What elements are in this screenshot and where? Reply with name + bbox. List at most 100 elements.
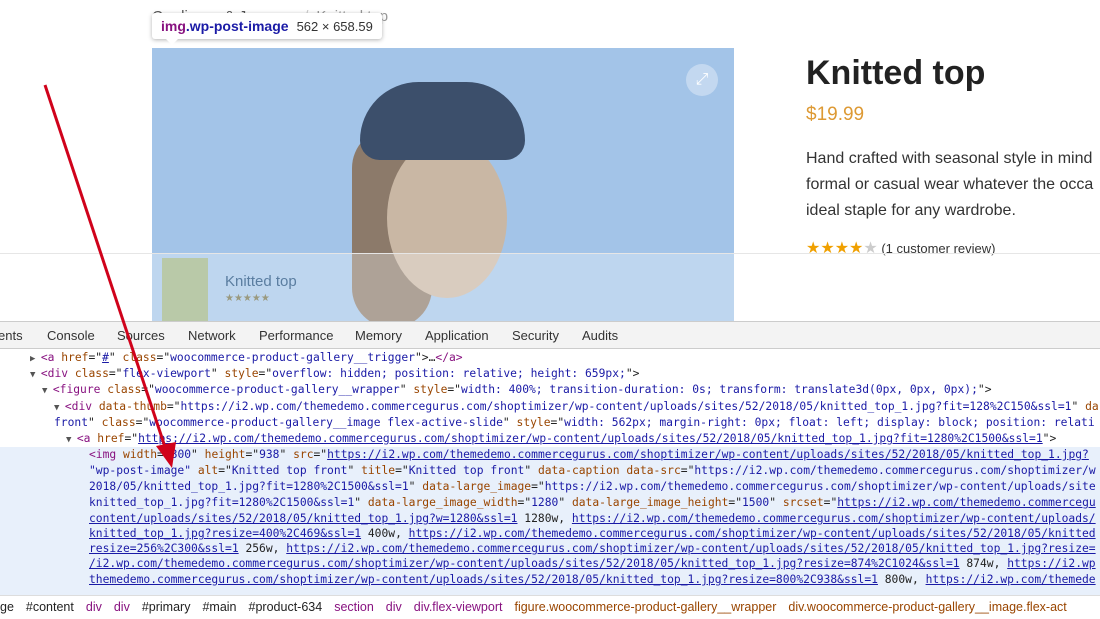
tab-network[interactable]: Network: [188, 328, 236, 343]
punctuation: =": [395, 464, 409, 477]
attr-link[interactable]: knitted_top_1.jpg?resize=400%2C469&ssl=1: [89, 527, 361, 540]
attr-value: woocommerce-product-gallery__trigger: [170, 351, 415, 364]
product-title: Knitted top: [806, 54, 986, 92]
tab-audits[interactable]: Audits: [582, 328, 618, 343]
attr-name: href: [61, 351, 89, 364]
punctuation: ">: [1042, 432, 1057, 445]
dom-node-line[interactable]: ▼ <figure class="woocommerce-product-gal…: [42, 382, 992, 398]
punctuation: =": [124, 432, 139, 445]
tab-application[interactable]: Application: [425, 328, 489, 343]
attr-value: front: [54, 416, 89, 429]
punctuation: =": [313, 448, 328, 461]
expand-triangle-icon[interactable]: ▼: [54, 403, 65, 413]
tab-performance[interactable]: Performance: [259, 328, 333, 343]
dom-node-line[interactable]: resize=256%2C300&ssl=1 256w, https://i2.…: [89, 541, 1096, 557]
dom-node-line[interactable]: ▼ <a href="https://i2.wp.com/themedemo.c…: [66, 431, 1056, 447]
attr-link[interactable]: content/uploads/sites/52/2018/05/knitted…: [89, 512, 517, 525]
tab-security[interactable]: Security: [512, 328, 559, 343]
devtools-tabs: ents Console Sources Network Performance…: [0, 321, 1100, 349]
expand-triangle-icon[interactable]: ▼: [42, 386, 53, 396]
dom-node-line[interactable]: front" class="woocommerce-product-galler…: [54, 415, 1095, 431]
tab-sources[interactable]: Sources: [117, 328, 165, 343]
attr-name: class: [122, 351, 157, 364]
punctuation: 256w,: [238, 542, 287, 555]
attr-link[interactable]: https://i2.wp.com/themedemo.commerceguru…: [138, 432, 1043, 445]
attr-link[interactable]: resize=256%2C300&ssl=1: [89, 542, 239, 555]
expand-triangle-icon[interactable]: ▼: [30, 370, 41, 380]
attr-value: flex-viewport: [122, 367, 211, 380]
punctuation: ": [108, 351, 123, 364]
dom-node-line[interactable]: knitted_top_1.jpg?resize=400%2C469&ssl=1…: [89, 526, 1096, 542]
breadcrumb-node[interactable]: #product-634: [249, 600, 323, 614]
breadcrumb-node[interactable]: div: [86, 600, 102, 614]
desc-line: ideal staple for any wardrobe.: [806, 202, 1016, 219]
breadcrumb-node[interactable]: #main: [202, 600, 236, 614]
attr-value: width: 400%; transition-duration: 0s; tr…: [460, 383, 978, 396]
punctuation: ": [502, 416, 517, 429]
breadcrumb-node[interactable]: figure.woocommerce-product-gallery__wrap…: [514, 600, 776, 614]
breadcrumb-node[interactable]: ge: [0, 600, 14, 614]
tag-name: <a: [40, 351, 62, 364]
dom-node-line[interactable]: ▼ <div data-thumb="https://i2.wp.com/the…: [54, 399, 1099, 415]
attr-link[interactable]: https://i2.wp.com/themedemo.commerceguru…: [409, 527, 1096, 540]
attr-value: https://i2.wp.com/themedemo.commerceguru…: [180, 400, 1072, 413]
expand-triangle-icon[interactable]: ▼: [66, 435, 77, 445]
expand-triangle-icon[interactable]: ▶: [30, 354, 41, 364]
zoom-icon[interactable]: ⤢: [686, 64, 718, 96]
breadcrumb-node[interactable]: div: [114, 600, 130, 614]
breadcrumb-node[interactable]: section: [334, 600, 374, 614]
dom-node-line[interactable]: content/uploads/sites/52/2018/05/knitted…: [89, 511, 1096, 527]
breadcrumb-node[interactable]: div.woocommerce-product-gallery__image.f…: [788, 600, 1066, 614]
punctuation: ": [769, 496, 783, 509]
attr-link[interactable]: https://i2.wp: [1007, 557, 1095, 570]
breadcrumb-node[interactable]: div: [386, 600, 402, 614]
dom-node-line[interactable]: 2018/05/knitted_top_1.jpg?fit=1280%2C150…: [89, 479, 1096, 495]
dom-node-line[interactable]: ▼ <div class="flex-viewport" style="over…: [30, 366, 639, 382]
sticky-product-bar: Knitted top ★★★★★: [0, 253, 1100, 321]
attr-name: alt: [197, 464, 219, 477]
attr-link[interactable]: https://i2.wp.com/themedemo.commerceguru…: [572, 512, 1096, 525]
dom-node-line[interactable]: <img width="800" height="938" src="https…: [89, 447, 1089, 463]
attr-value: "wp-post-image": [89, 464, 198, 477]
attr-link[interactable]: https://i2.wp.com/themede: [926, 573, 1096, 586]
tab-memory[interactable]: Memory: [355, 328, 402, 343]
punctuation: =": [447, 383, 461, 396]
tag-name: <div: [40, 367, 75, 380]
attr-link[interactable]: themedemo.commercegurus.com/shoptimizer/…: [89, 573, 878, 586]
attr-link[interactable]: https://i2.wp.com/themedemo.commerceguru…: [286, 542, 1095, 555]
attr-value: knitted_top_1.jpg?fit=1280%2C1500&ssl=1: [89, 496, 355, 509]
punctuation: =": [823, 496, 838, 509]
breadcrumb-node[interactable]: #content: [26, 600, 74, 614]
attr-name: data-caption data-src: [537, 464, 681, 477]
tooltip-dimensions: 562 × 658.59: [296, 19, 373, 34]
punctuation: ">: [625, 367, 640, 380]
attr-name: style: [413, 383, 448, 396]
punctuation: =": [550, 416, 565, 429]
tab-console[interactable]: Console: [47, 328, 95, 343]
sticky-star-icons: ★★★★★: [225, 293, 270, 304]
breadcrumb-node[interactable]: #primary: [142, 600, 191, 614]
attr-link[interactable]: https://i2.wp.com/themedemo.commerceguru…: [327, 448, 1089, 461]
punctuation: ": [191, 448, 205, 461]
elements-tree[interactable]: ▶ <a href="#" class="woocommerce-product…: [0, 349, 1100, 595]
attr-link[interactable]: #: [102, 351, 109, 364]
breadcrumb-node[interactable]: div.flex-viewport: [414, 600, 503, 614]
punctuation: =": [157, 448, 171, 461]
tag-name: <a: [76, 432, 98, 445]
sticky-thumbnail: [162, 258, 208, 321]
dom-node-line[interactable]: themedemo.commercegurus.com/shoptimizer/…: [89, 572, 1096, 588]
attr-link[interactable]: /i2.wp.com/themedemo.commercegurus.com/s…: [89, 557, 960, 570]
dom-node-line[interactable]: /i2.wp.com/themedemo.commercegurus.com/s…: [89, 556, 1096, 572]
attr-name: width: [123, 448, 158, 461]
dom-node-line[interactable]: knitted_top_1.jpg?fit=1280%2C1500&ssl=1 "…: [89, 495, 1096, 511]
attr-name: style: [516, 416, 551, 429]
tab-elements[interactable]: ents: [0, 328, 23, 343]
attr-name: data-thumb: [98, 400, 167, 413]
attr-link[interactable]: https://i2.wp.com/themedemo.commercegu: [837, 496, 1095, 509]
product-price: $19.99: [806, 104, 865, 125]
dom-node-line[interactable]: "wp-post-image" alt="Knitted top front" …: [89, 463, 1096, 479]
dom-node-line[interactable]: ▶ <a href="#" class="woocommerce-product…: [30, 350, 463, 366]
tooltip-tag: img: [161, 18, 186, 34]
attr-value: 1500: [742, 496, 770, 509]
punctuation: =": [135, 416, 150, 429]
